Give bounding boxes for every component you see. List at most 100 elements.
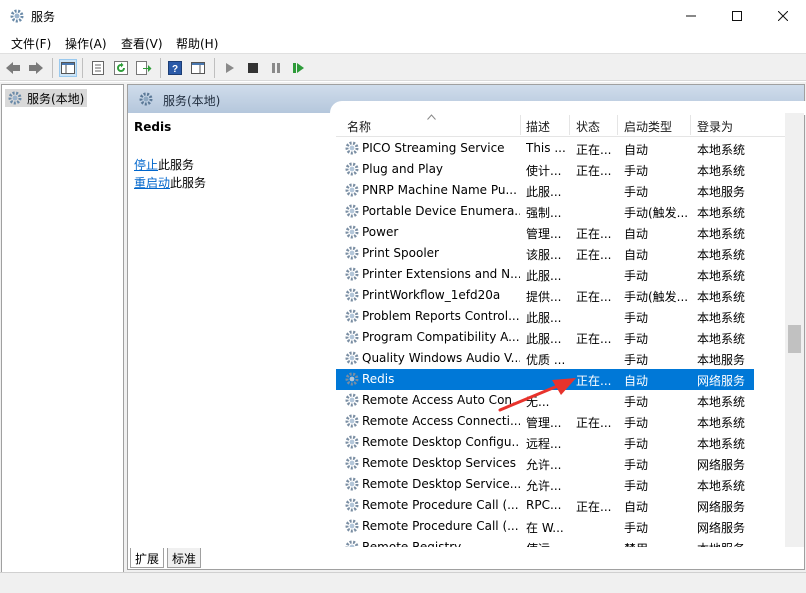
- service-description-cell: 无...: [526, 395, 550, 409]
- window-title: 服务: [31, 10, 56, 24]
- restart-service-button[interactable]: [290, 59, 308, 77]
- table-row[interactable]: Power 管理... 正在... 自动 本地系统: [336, 222, 754, 243]
- table-row[interactable]: Problem Reports Control... 此服... 手动 本地系统: [336, 306, 754, 327]
- scrollbar-thumb[interactable]: [788, 325, 801, 353]
- service-startup-cell: 手动: [624, 269, 649, 283]
- service-startup-cell: 自动: [624, 374, 649, 388]
- show-hide-console-tree-button[interactable]: [59, 59, 77, 77]
- service-description-cell: 此服...: [526, 332, 562, 346]
- services-gear-icon: [10, 9, 24, 23]
- restart-service-link[interactable]: 重启动: [134, 176, 170, 190]
- table-row[interactable]: Plug and Play 使计... 正在... 手动 本地系统: [336, 159, 754, 180]
- service-name-cell: Plug and Play: [362, 162, 444, 176]
- table-row[interactable]: Remote Access Auto Con... 无... 手动 本地系统: [336, 390, 754, 411]
- service-status-cell: 正在...: [576, 500, 612, 514]
- minimize-icon: [686, 15, 696, 16]
- table-row[interactable]: Printer Extensions and N... 此服... 手动 本地系统: [336, 264, 754, 285]
- table-row[interactable]: Remote Desktop Configu... 远程... 手动 本地系统: [336, 432, 754, 453]
- column-header-description[interactable]: 描述: [526, 118, 550, 135]
- services-list: 名称 描述 状态 启动类型 登录为 PICO Streaming Service…: [336, 113, 804, 547]
- pause-service-button[interactable]: [267, 59, 285, 77]
- service-description-cell: 管理...: [526, 227, 562, 241]
- table-row[interactable]: PrintWorkflow_1efd20a 提供... 正在... 手动(触发... 本…: [336, 285, 754, 306]
- service-name-cell: Program Compatibility A...: [362, 330, 520, 344]
- start-service-button[interactable]: [221, 59, 239, 77]
- service-name-cell: Printer Extensions and N...: [362, 267, 520, 281]
- table-row[interactable]: Remote Access Connecti... 管理... 正在... 手动 本地系…: [336, 411, 754, 432]
- service-gear-icon: [345, 288, 359, 302]
- service-description-cell: 远程...: [526, 437, 562, 451]
- column-header-status[interactable]: 状态: [576, 118, 600, 135]
- service-logon-cell: 本地系统: [697, 206, 746, 220]
- action-pane-icon: [191, 62, 205, 74]
- tab-standard[interactable]: 标准: [167, 548, 202, 568]
- menu-view[interactable]: 查看(V): [121, 35, 163, 52]
- service-logon-cell: 本地系统: [697, 416, 746, 430]
- table-row[interactable]: Remote Desktop Service... 允许... 手动 本地系统: [336, 474, 754, 495]
- close-button[interactable]: [760, 0, 806, 31]
- table-row[interactable]: Program Compatibility A... 此服... 正在... 手动 本地…: [336, 327, 754, 348]
- table-row[interactable]: Portable Device Enumera... 强制... 手动(触发... 本…: [336, 201, 754, 222]
- service-logon-cell: 本地系统: [697, 395, 746, 409]
- refresh-button[interactable]: [112, 59, 130, 77]
- column-separator[interactable]: [617, 115, 618, 135]
- service-startup-cell: 自动: [624, 248, 649, 262]
- table-row[interactable]: Print Spooler 该服... 正在... 自动 本地系统: [336, 243, 754, 264]
- menu-help[interactable]: 帮助(H): [176, 35, 218, 52]
- service-description-cell: 强制...: [526, 206, 562, 220]
- service-name-cell: PrintWorkflow_1efd20a: [362, 288, 501, 302]
- menu-file[interactable]: 文件(F): [11, 35, 51, 52]
- column-header-name[interactable]: 名称: [347, 118, 371, 135]
- help-button[interactable]: ?: [166, 59, 184, 77]
- forward-button[interactable]: [27, 59, 45, 77]
- service-startup-cell: 手动: [624, 353, 649, 367]
- stop-service-suffix: 此服务: [158, 158, 195, 172]
- service-gear-icon: [345, 330, 359, 344]
- menu-action[interactable]: 操作(A): [65, 35, 107, 52]
- service-startup-cell: 手动: [624, 185, 649, 199]
- service-startup-cell: 手动: [624, 437, 649, 451]
- export-list-button[interactable]: [135, 59, 153, 77]
- minimize-button[interactable]: [668, 0, 714, 31]
- show-action-pane-button[interactable]: [189, 59, 207, 77]
- table-row[interactable]: Remote Procedure Call (... 在 W... 手动 网络服务: [336, 516, 754, 537]
- table-row[interactable]: Quality Windows Audio V... 优质 ... 手动 本地服务: [336, 348, 754, 369]
- export-icon: [136, 61, 152, 75]
- service-name-cell: PNRP Machine Name Pu...: [362, 183, 517, 197]
- column-header-startup-type[interactable]: 启动类型: [624, 118, 672, 135]
- column-separator[interactable]: [690, 115, 691, 135]
- service-description-cell: 使计...: [526, 164, 562, 178]
- service-name-cell: Remote Access Connecti...: [362, 414, 520, 428]
- tab-extended[interactable]: 扩展: [130, 548, 165, 568]
- column-header-logon-as[interactable]: 登录为: [697, 118, 733, 135]
- properties-button[interactable]: [89, 59, 107, 77]
- vertical-scrollbar[interactable]: [785, 113, 804, 547]
- stop-service-link[interactable]: 停止: [134, 158, 158, 172]
- service-logon-cell: 网络服务: [697, 521, 746, 535]
- service-logon-cell: 网络服务: [697, 500, 746, 514]
- service-name-cell: Redis: [362, 372, 395, 386]
- service-description-cell: 允许...: [526, 479, 562, 493]
- back-button[interactable]: [4, 59, 22, 77]
- service-startup-cell: 手动: [624, 311, 649, 325]
- stop-icon: [248, 63, 258, 73]
- table-row[interactable]: Remote Procedure Call (... RPC... 正在... 自动 网…: [336, 495, 754, 516]
- toolbar-separator: [82, 58, 83, 78]
- stop-service-button[interactable]: [244, 59, 262, 77]
- service-logon-cell: 本地系统: [697, 227, 746, 241]
- maximize-button[interactable]: [714, 0, 760, 31]
- table-row[interactable]: Remote Desktop Services 允许... 手动 网络服务: [336, 453, 754, 474]
- service-gear-icon: [345, 141, 359, 155]
- service-gear-icon: [345, 456, 359, 470]
- table-row[interactable]: PNRP Machine Name Pu... 此服... 手动 本地服务: [336, 180, 754, 201]
- tree-node-services-local[interactable]: 服务(本地): [5, 89, 88, 107]
- table-row-selected[interactable]: Redis 正在... 自动 网络服务: [336, 369, 754, 390]
- service-gear-icon: [345, 225, 359, 239]
- service-gear-icon: [345, 393, 359, 407]
- restart-service-line: 重启动此服务: [134, 174, 206, 191]
- service-gear-icon: [345, 519, 359, 533]
- service-description-cell: 在 W...: [526, 521, 564, 535]
- column-separator[interactable]: [569, 115, 570, 135]
- table-row[interactable]: PICO Streaming Service This ... 正在... 自动 本地系…: [336, 138, 754, 159]
- column-separator[interactable]: [520, 115, 521, 135]
